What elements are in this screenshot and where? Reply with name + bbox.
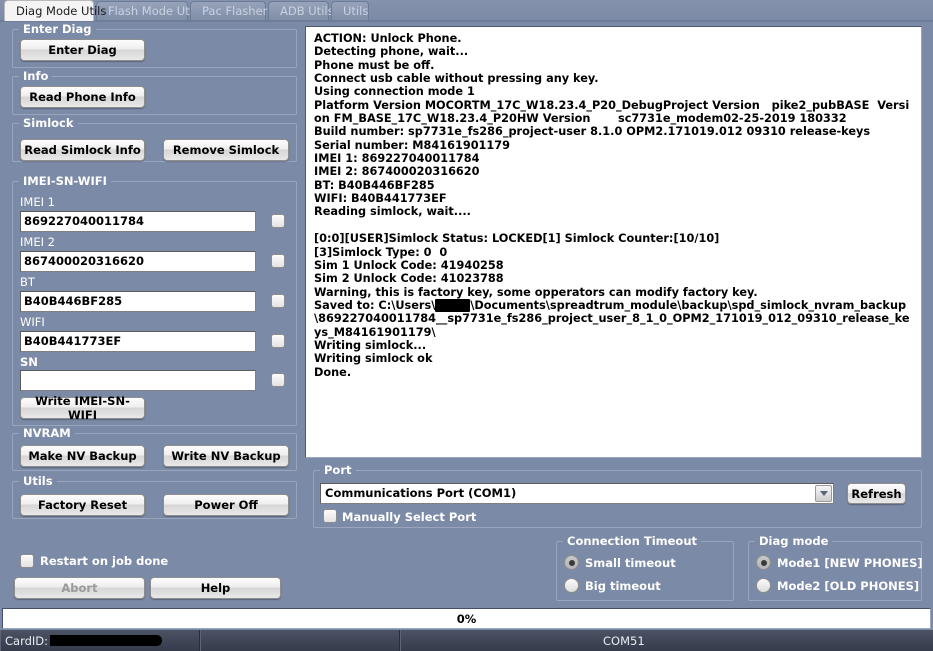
write-nv-backup-button[interactable]: Write NV Backup [163,445,289,467]
port-select-value: Communications Port (COM1) [325,486,517,500]
status-port-label: COM51 [603,633,645,648]
radio-mode1-label: Mode1 [NEW PHONES] [777,556,923,570]
wifi-label: WIFI [20,315,45,329]
imei1-input[interactable]: 869227040011784 [20,211,256,232]
log-redacted-username: XXXX [435,298,471,313]
status-card-id-label: CardID: [5,633,49,648]
remove-simlock-button[interactable]: Remove Simlock [163,139,289,161]
tab-label: Pac Flasher [202,4,268,18]
tab-strip: Diag Mode Utils Flash Mode Utils Pac Fla… [0,0,933,21]
status-bar: CardID: COM51 [0,630,933,651]
sn-label: SN [20,355,38,369]
log-output-panel[interactable]: ACTION: Unlock Phone. Detecting phone, w… [305,26,922,458]
factory-reset-button-label: Factory Reset [37,498,128,512]
imei1-label: IMEI 1 [20,195,55,209]
radio-small-timeout[interactable] [564,555,579,570]
refresh-ports-button-label: Refresh [851,486,902,501]
radio-mode2-label: Mode2 [OLD PHONES] [777,579,920,593]
group-diag-mode-caption: Diag mode [755,534,833,548]
group-nvram-caption: NVRAM [19,426,75,440]
wifi-input[interactable]: B40B441773EF [20,331,256,352]
status-port: COM51 [400,630,933,651]
status-card-id-redaction [50,635,163,646]
tab-adb-utils[interactable]: ADB Utils [268,1,334,20]
radio-big-timeout-label: Big timeout [585,579,661,593]
read-simlock-info-button-label: Read Simlock Info [24,143,141,157]
progress-bar: 0% [2,608,931,629]
imei2-label: IMEI 2 [20,235,55,249]
group-info-caption: Info [19,69,53,83]
tab-label: ADB Utils [280,4,334,18]
enter-diag-button-label: Enter Diag [48,43,117,57]
write-imei-sn-wifi-button[interactable]: Write IMEI-SN-WIFI [20,394,145,422]
manually-select-port-checkbox[interactable] [323,509,337,523]
help-button-label: Help [200,581,231,595]
bt-checkbox[interactable] [271,294,285,308]
tab-underline [0,20,933,22]
write-imei-sn-wifi-button-label: Write IMEI-SN-WIFI [35,394,130,422]
help-button[interactable]: Help [150,577,281,599]
tab-flash-mode-utils[interactable]: Flash Mode Utils [96,1,202,20]
chevron-down-icon[interactable] [815,485,832,502]
sn-input[interactable] [20,370,256,391]
read-phone-info-button[interactable]: Read Phone Info [20,86,145,108]
bt-input[interactable]: B40B446BF285 [20,291,256,312]
status-middle [200,630,400,651]
radio-mode1[interactable] [756,555,771,570]
group-simlock-caption: Simlock [19,116,78,130]
read-phone-info-button-label: Read Phone Info [29,90,136,104]
tab-utils[interactable]: Utils [331,1,369,20]
log-text: ACTION: Unlock Phone. Detecting phone, w… [306,27,921,383]
tab-label: Diag Mode Utils [16,4,107,18]
tab-label: Utils [343,4,369,18]
group-imei-sn-wifi-caption: IMEI-SN-WIFI [19,174,111,188]
group-port-caption: Port [320,463,356,477]
manually-select-port-label: Manually Select Port [342,510,477,524]
radio-mode2[interactable] [756,578,771,593]
progress-bar-label: 0% [456,611,477,626]
restart-on-job-done-label: Restart on job done [40,554,169,568]
restart-on-job-done-checkbox[interactable] [20,554,34,568]
tab-diag-mode-utils[interactable]: Diag Mode Utils [4,0,106,21]
group-utils-caption: Utils [19,474,57,488]
refresh-ports-button[interactable]: Refresh [847,483,906,504]
abort-button[interactable]: Abort [14,577,145,599]
status-card-id: CardID: [0,630,200,651]
bt-label: BT [20,275,35,289]
imei2-checkbox[interactable] [271,254,285,268]
group-enter-diag-caption: Enter Diag [19,22,96,36]
read-simlock-info-button[interactable]: Read Simlock Info [20,139,145,161]
remove-simlock-button-label: Remove Simlock [172,143,280,157]
wifi-checkbox[interactable] [271,334,285,348]
tab-pac-flasher[interactable]: Pac Flasher [190,1,268,20]
power-off-button[interactable]: Power Off [163,494,289,516]
tab-label: Flash Mode Utils [108,4,203,18]
make-nv-backup-button[interactable]: Make NV Backup [20,445,145,467]
radio-small-timeout-label: Small timeout [585,556,676,570]
sn-checkbox[interactable] [271,373,285,387]
write-nv-backup-button-label: Write NV Backup [171,449,281,463]
enter-diag-button[interactable]: Enter Diag [20,39,145,61]
factory-reset-button[interactable]: Factory Reset [20,494,145,516]
abort-button-label: Abort [61,581,98,595]
port-select[interactable]: Communications Port (COM1) [320,483,834,504]
radio-big-timeout[interactable] [564,578,579,593]
power-off-button-label: Power Off [194,498,258,512]
imei2-input[interactable]: 867400020316620 [20,251,256,272]
group-connection-timeout-caption: Connection Timeout [563,534,702,548]
app-window: Diag Mode Utils Flash Mode Utils Pac Fla… [0,0,933,651]
log-text-pre: ACTION: Unlock Phone. Detecting phone, w… [314,32,910,312]
imei1-checkbox[interactable] [271,214,285,228]
make-nv-backup-button-label: Make NV Backup [28,449,137,463]
